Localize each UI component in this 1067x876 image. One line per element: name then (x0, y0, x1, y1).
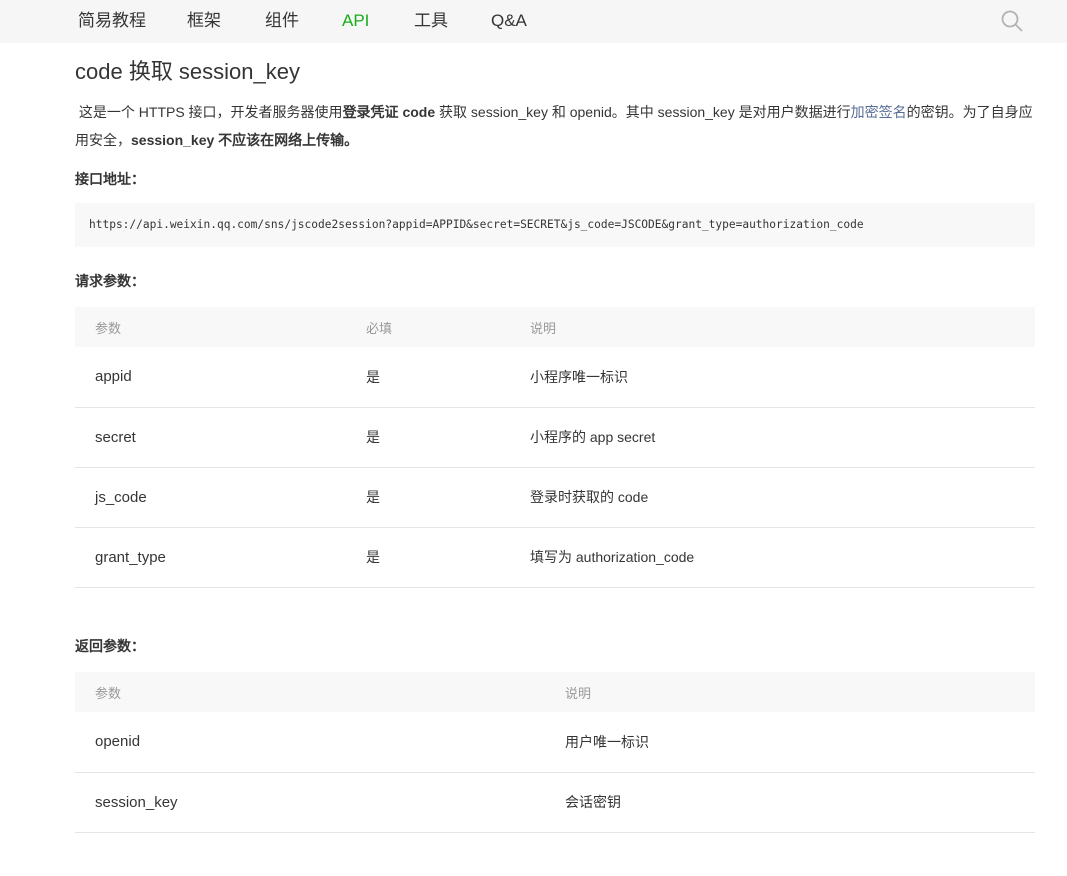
table-row: session_key 会话密钥 (75, 772, 1035, 833)
response-params-table: 参数 说明 openid 用户唯一标识 session_key 会话密钥 (75, 672, 1035, 833)
intro-text-2: 获取 session_key 和 openid。其中 session_key 是… (435, 104, 851, 120)
endpoint-label: 接口地址： (75, 171, 145, 187)
param-name: js_code (75, 467, 346, 528)
param-desc: 小程序的 app secret (510, 407, 1035, 468)
table-row: appid 是 小程序唯一标识 (75, 347, 1035, 408)
param-required: 是 (346, 347, 510, 408)
param-required: 是 (346, 407, 510, 468)
response-params-label: 返回参数： (75, 638, 145, 654)
endpoint-url-code: https://api.weixin.qq.com/sns/jscode2ses… (75, 203, 1035, 247)
nav-item-tutorial[interactable]: 简易教程 (78, 0, 146, 43)
intro-text-1: 这是一个 HTTPS 接口，开发者服务器使用 (78, 104, 343, 120)
param-desc: 用户唯一标识 (545, 712, 1035, 773)
header-desc: 说明 (545, 672, 1035, 712)
table-row: openid 用户唯一标识 (75, 712, 1035, 773)
encryption-signature-link[interactable]: 加密签名 (851, 104, 907, 120)
param-name: secret (75, 407, 346, 468)
header-param: 参数 (75, 672, 545, 712)
intro-bold-warning: session_key 不应该在网络上传输。 (131, 132, 359, 148)
param-desc: 小程序唯一标识 (510, 347, 1035, 408)
param-name: openid (75, 712, 545, 773)
nav-item-tools[interactable]: 工具 (414, 0, 448, 43)
header-desc: 说明 (510, 307, 1035, 347)
param-required: 是 (346, 527, 510, 588)
intro-paragraph: 这是一个 HTTPS 接口，开发者服务器使用登录凭证 code 获取 sessi… (75, 98, 1037, 154)
param-name: appid (75, 347, 346, 408)
param-name: session_key (75, 772, 545, 833)
table-header-row: 参数 必填 说明 (75, 307, 1035, 347)
nav-item-components[interactable]: 组件 (265, 0, 299, 43)
table-row: js_code 是 登录时获取的 code (75, 467, 1035, 528)
nav-item-api[interactable]: API (342, 0, 369, 43)
param-required: 是 (346, 467, 510, 528)
intro-bold-code: 登录凭证 code (342, 104, 436, 120)
param-desc: 登录时获取的 code (510, 467, 1035, 528)
param-desc: 填写为 authorization_code (510, 527, 1035, 588)
top-navigation: 简易教程 框架 组件 API 工具 Q&A (0, 0, 1067, 43)
page-title: code 换取 session_key (75, 59, 300, 84)
nav-item-framework[interactable]: 框架 (187, 0, 221, 43)
table-header-row: 参数 说明 (75, 672, 1035, 712)
nav-item-qa[interactable]: Q&A (491, 0, 527, 43)
table-row: secret 是 小程序的 app secret (75, 407, 1035, 468)
table-row: grant_type 是 填写为 authorization_code (75, 527, 1035, 588)
header-required: 必填 (346, 307, 510, 347)
param-name: grant_type (75, 527, 346, 588)
param-desc: 会话密钥 (545, 772, 1035, 833)
request-params-label: 请求参数： (75, 273, 145, 289)
header-param: 参数 (75, 307, 346, 347)
search-icon[interactable] (1000, 9, 1024, 33)
request-params-table: 参数 必填 说明 appid 是 小程序唯一标识 secret 是 小程序的 a… (75, 307, 1035, 588)
